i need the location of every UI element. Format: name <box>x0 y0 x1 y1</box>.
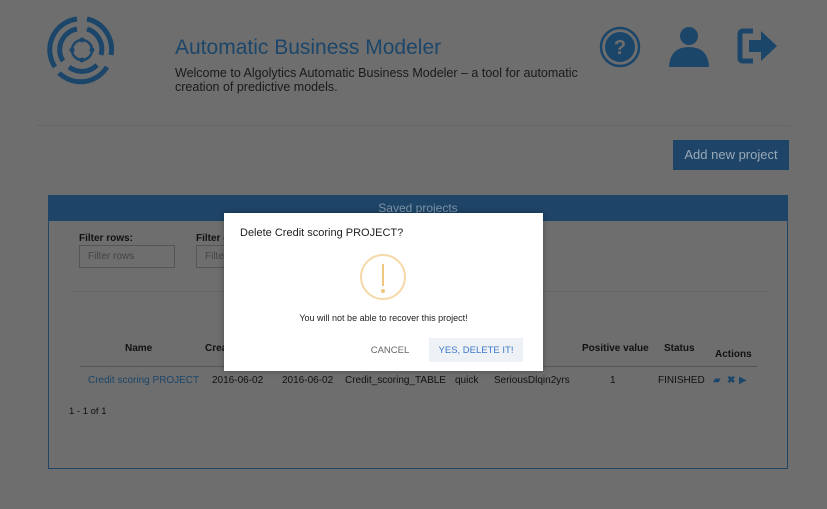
page-title: Automatic Business Modeler <box>175 36 442 59</box>
cancel-button[interactable]: CANCEL <box>364 338 416 362</box>
sign-out-icon[interactable] <box>737 28 779 64</box>
page-subtitle: Welcome to Algolytics Automatic Business… <box>175 66 578 94</box>
column-header-name[interactable]: Name <box>125 343 152 354</box>
cell-target: SeriousDlqin2yrs <box>494 375 570 386</box>
cell-created: 2016-06-02 <box>212 375 264 386</box>
cell-modified: 2016-06-02 <box>282 375 334 386</box>
confirm-delete-button[interactable]: YES, DELETE IT! <box>429 338 523 362</box>
filter-rows-label: Filter rows: <box>79 233 133 244</box>
open-folder-icon[interactable]: ▰ <box>713 375 721 386</box>
algolytics-logo <box>47 16 114 85</box>
svg-text:?: ? <box>614 37 626 59</box>
delete-confirm-dialog: Delete Credit scoring PROJECT? You will … <box>224 213 543 371</box>
dialog-title: Delete Credit scoring PROJECT? <box>240 227 404 239</box>
question-circle-icon[interactable]: ? <box>599 26 641 68</box>
cell-mode: quick <box>455 375 479 386</box>
delete-icon[interactable]: ✖ <box>727 375 735 386</box>
cell-positive-value: 1 <box>610 375 616 386</box>
play-icon[interactable]: ▶ <box>739 375 747 386</box>
column-header-status[interactable]: Status <box>664 343 695 354</box>
user-icon[interactable] <box>668 25 710 67</box>
project-name-link[interactable]: Credit scoring PROJECT <box>88 375 199 386</box>
cell-status: FINISHED <box>658 375 705 386</box>
pagination-info: 1 - 1 of 1 <box>69 406 107 417</box>
header-divider <box>36 125 791 126</box>
add-new-project-button[interactable]: Add new project <box>673 140 789 170</box>
dialog-message: You will not be able to recover this pro… <box>299 313 468 323</box>
filter-rows-input[interactable]: Filter rows <box>79 245 175 268</box>
column-header-positive-value[interactable]: Positive value <box>582 343 649 354</box>
column-header-actions: Actions <box>715 349 752 360</box>
warning-icon <box>360 254 406 300</box>
cell-table: Credit_scoring_TABLE <box>345 375 446 386</box>
